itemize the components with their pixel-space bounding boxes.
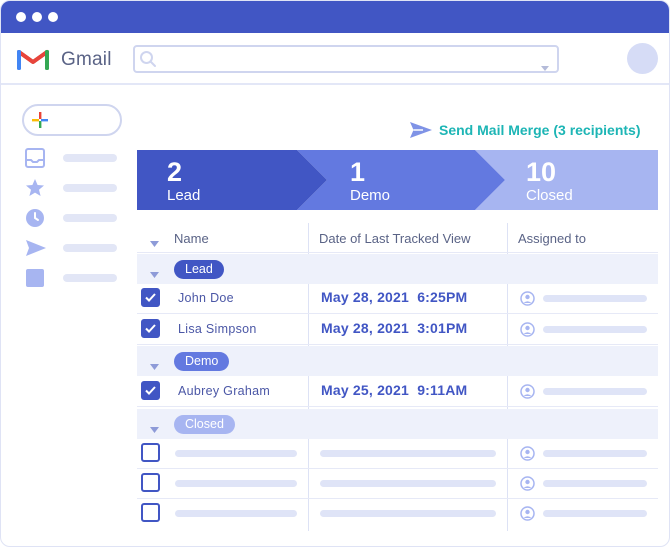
- contact-name[interactable]: Aubrey Graham: [178, 384, 270, 398]
- chevron-down-icon[interactable]: [150, 265, 159, 283]
- last-view-date: May 28, 2021 3:01PM: [321, 320, 468, 336]
- table-row[interactable]: [137, 469, 658, 499]
- search-input[interactable]: [133, 45, 559, 73]
- stage-count: 1: [350, 157, 366, 187]
- table-header: Name Date of Last Tracked View Assigned …: [137, 223, 658, 253]
- sidebar-item-starred[interactable]: [25, 178, 117, 198]
- contacts-table: Name Date of Last Tracked View Assigned …: [137, 223, 658, 531]
- group-row-closed[interactable]: Closed: [137, 409, 658, 439]
- group-row-lead[interactable]: Lead: [137, 254, 658, 284]
- browser-window: Gmail Send Mail Merge (3 recipients) 2 L…: [0, 0, 670, 547]
- star-icon: [25, 178, 45, 203]
- date-placeholder: [320, 480, 496, 487]
- chevron-down-icon[interactable]: [150, 234, 159, 252]
- sidebar-item-label: [63, 154, 117, 162]
- person-icon: [520, 476, 535, 496]
- contact-name[interactable]: Lisa Simpson: [178, 322, 257, 336]
- assignee-placeholder: [543, 388, 647, 395]
- stage-label: Closed: [526, 187, 573, 204]
- row-checkbox[interactable]: [141, 381, 160, 400]
- date-placeholder: [320, 450, 496, 457]
- row-checkbox[interactable]: [141, 288, 160, 307]
- window-dot-icon[interactable]: [48, 12, 58, 22]
- pipeline-stages: 2 Lead 1 Demo 10 Closed: [137, 150, 658, 210]
- row-checkbox[interactable]: [141, 473, 160, 492]
- table-row[interactable]: John Doe May 28, 2021 6:25PM: [137, 284, 658, 314]
- window-dot-icon[interactable]: [32, 12, 42, 22]
- name-placeholder: [175, 480, 297, 487]
- row-checkbox[interactable]: [141, 443, 160, 462]
- sidebar-item-label: [63, 184, 117, 192]
- send-icon: [409, 121, 433, 144]
- person-icon: [520, 446, 535, 466]
- avatar[interactable]: [627, 43, 658, 74]
- stage-lead[interactable]: [137, 150, 327, 210]
- clock-icon: [25, 208, 45, 233]
- date-placeholder: [320, 510, 496, 517]
- inbox-icon: [25, 148, 45, 173]
- name-placeholder: [175, 450, 297, 457]
- stage-count: 2: [167, 157, 183, 187]
- chevron-down-icon[interactable]: [150, 357, 159, 375]
- last-view-date: May 25, 2021 9:11AM: [321, 382, 468, 398]
- send-icon: [25, 238, 47, 263]
- send-mail-merge-label: Send Mail Merge (3 recipients): [439, 122, 641, 138]
- chevron-down-icon[interactable]: [541, 58, 549, 76]
- sidebar-item-sent[interactable]: [25, 238, 117, 258]
- person-icon: [520, 291, 535, 311]
- sidebar-item-label: [63, 274, 117, 282]
- gmail-logo-icon[interactable]: [17, 47, 49, 76]
- assignee-placeholder: [543, 295, 647, 302]
- assignee-placeholder: [543, 480, 647, 487]
- sidebar-item-inbox[interactable]: [25, 148, 117, 168]
- gmail-header: Gmail: [1, 33, 669, 85]
- window-dot-icon[interactable]: [16, 12, 26, 22]
- last-view-date: May 28, 2021 6:25PM: [321, 289, 468, 305]
- sidebar: [1, 87, 131, 387]
- row-checkbox[interactable]: [141, 503, 160, 522]
- row-checkbox[interactable]: [141, 319, 160, 338]
- assignee-placeholder: [543, 510, 647, 517]
- table-row[interactable]: Aubrey Graham May 25, 2021 9:11AM: [137, 377, 658, 407]
- sidebar-item-label: [63, 214, 117, 222]
- person-icon: [520, 506, 535, 526]
- group-badge: Lead: [174, 260, 224, 279]
- table-row[interactable]: [137, 439, 658, 469]
- stage-label: Demo: [350, 187, 391, 204]
- table-row[interactable]: [137, 499, 658, 529]
- title-bar: [1, 1, 669, 33]
- group-row-demo[interactable]: Demo: [137, 346, 658, 376]
- plus-icon: [32, 112, 48, 133]
- stage-label: Lead: [167, 187, 201, 204]
- chevron-down-icon[interactable]: [150, 420, 159, 438]
- assignee-placeholder: [543, 326, 647, 333]
- table-row[interactable]: Lisa Simpson May 28, 2021 3:01PM: [137, 315, 658, 345]
- name-placeholder: [175, 510, 297, 517]
- group-badge: Closed: [174, 415, 235, 434]
- contact-name[interactable]: John Doe: [178, 291, 234, 305]
- app-name: Gmail: [61, 49, 112, 70]
- compose-button[interactable]: [22, 104, 122, 136]
- sidebar-item-drafts[interactable]: [25, 268, 117, 288]
- person-icon: [520, 384, 535, 404]
- square-icon: [25, 268, 45, 293]
- group-badge: Demo: [174, 352, 230, 371]
- search-icon: [139, 50, 157, 73]
- sidebar-item-label: [63, 244, 117, 252]
- sidebar-item-snoozed[interactable]: [25, 208, 117, 228]
- assignee-placeholder: [543, 450, 647, 457]
- stage-demo[interactable]: [297, 150, 505, 210]
- person-icon: [520, 322, 535, 342]
- stage-count: 10: [526, 157, 557, 187]
